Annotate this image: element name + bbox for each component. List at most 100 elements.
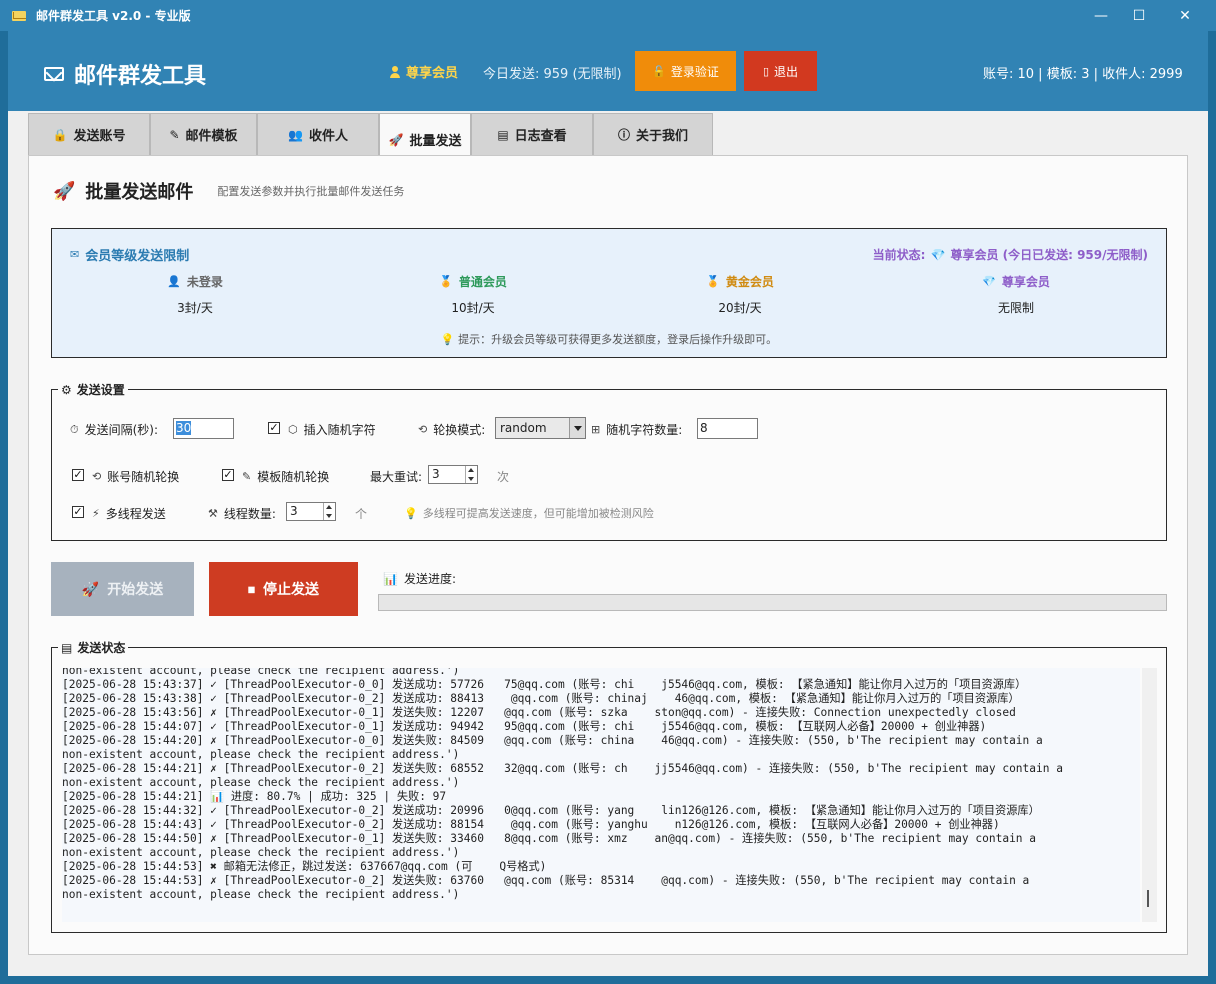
tier-gold: 🏅 黄金会员 20封/天 [660, 273, 820, 316]
spin-arrows-icon[interactable] [465, 466, 477, 483]
users-icon: 👥 [288, 127, 303, 142]
tab-label: 批量发送 [409, 134, 462, 149]
random-char-count-label: ⊞ 随机字符数量: [591, 423, 683, 437]
log-line: [2025-06-28 15:44:53] ✗ [ThreadPoolExecu… [62, 874, 1030, 887]
template-rotation-checkbox[interactable]: ✓ [222, 469, 234, 481]
thread-count-label: ⚒ 线程数量: [208, 507, 276, 521]
brand: 邮件群发工具 [44, 58, 206, 90]
medal-icon: 🏅 [706, 275, 720, 288]
log-line: [2025-06-28 15:44:21] 📊 进度: 80.7% | 成功: … [62, 790, 447, 803]
close-button[interactable]: ✕ [1162, 0, 1208, 31]
interval-input[interactable]: 30 [173, 418, 234, 439]
rocket-icon: 🚀 [81, 580, 100, 597]
spin-arrows-icon[interactable] [323, 503, 335, 520]
bar-chart-icon: 📊 [383, 571, 398, 586]
max-retry-spinbox[interactable]: 3 [428, 465, 478, 484]
logout-label: 退出 [774, 64, 799, 79]
tier-quota: 10封/天 [451, 301, 495, 315]
account-rotation-checkbox[interactable]: ✓ [72, 469, 84, 481]
close-icon: ✕ [1179, 7, 1191, 24]
tab-recipients[interactable]: 👥 收件人 [257, 113, 379, 155]
membership-title: ✉ 会员等级发送限制 [70, 248, 190, 264]
random-chars-label: ⬡ 插入随机字符 [288, 423, 376, 437]
tier-quota: 20封/天 [718, 301, 762, 315]
chevron-down-icon[interactable] [569, 418, 585, 438]
user-icon: 👤 [167, 275, 181, 288]
membership-tip: 💡 提示：升级会员等级可获得更多发送额度，登录后操作升级即可。 [440, 333, 778, 346]
envelope-icon: ✉ [70, 248, 80, 261]
log-line: [2025-06-28 15:44:50] ✗ [ThreadPoolExecu… [62, 832, 1037, 845]
rotation-mode-label: ⟲ 轮换模式: [418, 423, 486, 437]
random-char-count-input[interactable]: 8 [697, 418, 758, 439]
max-retry-label: 最大重试: [370, 470, 423, 484]
tier-quota: 无限制 [997, 301, 1034, 315]
log-scrollbar[interactable] [1142, 668, 1157, 922]
vip-label: 尊享会员 [406, 66, 459, 81]
random-chars-checkbox[interactable]: ✓ [268, 422, 280, 434]
log-line: [2025-06-28 15:43:38] ✓ [ThreadPoolExecu… [62, 692, 1020, 705]
log-line: non-existent account, please check the r… [62, 846, 460, 859]
start-send-button[interactable]: 🚀 开始发送 [51, 562, 194, 616]
log-icon: ▤ [61, 640, 73, 655]
lightbulb-icon: 💡 [404, 506, 418, 520]
tab-log-view[interactable]: ▤ 日志查看 [471, 113, 593, 155]
login-verify-button[interactable]: 🔓 登录验证 [635, 51, 736, 91]
status-legend: ▤ 发送状态 [58, 639, 129, 656]
log-line: [2025-06-28 15:44:21] ✗ [ThreadPoolExecu… [62, 762, 1063, 775]
diamond-icon: 💎 [982, 275, 996, 288]
info-icon: ⓘ [617, 128, 630, 142]
window-titlebar: 邮件群发工具 v2.0 - 专业版 [0, 0, 1216, 31]
template-rotation-label: ✎ 模板随机轮换 [242, 470, 330, 484]
current-status: 当前状态: 💎 尊享会员 (今日已发送: 959/无限制) [872, 247, 1148, 263]
phone-icon: ▯ [762, 65, 770, 78]
app-header: 邮件群发工具 尊享会员 今日发送: 959 (无限制) 🔓 登录验证 ▯ 退出 … [8, 31, 1208, 111]
thread-count-unit: 个 [355, 507, 368, 521]
numbers-icon: ⊞ [591, 423, 601, 436]
log-line: [2025-06-28 15:43:37] ✓ [ThreadPoolExecu… [62, 678, 1027, 691]
tab-batch-send[interactable]: 🚀 批量发送 [379, 113, 471, 155]
settings-legend: ⚙ 发送设置 [58, 381, 128, 398]
tier-quota: 3封/天 [177, 301, 213, 315]
max-retry-unit: 次 [497, 470, 510, 484]
multithread-checkbox[interactable]: ✓ [72, 506, 84, 518]
tab-about[interactable]: ⓘ 关于我们 [593, 113, 713, 155]
multithread-label: ⚡ 多线程发送 [92, 507, 166, 521]
maximize-icon: ☐ [1132, 7, 1146, 24]
log-textarea[interactable]: non-existent account, please check the r… [62, 668, 1140, 922]
thread-count-spinbox[interactable]: 3 [286, 502, 336, 521]
account-rotation-label: ⟲ 账号随机轮换 [92, 470, 180, 484]
tab-label: 发送账号 [73, 129, 126, 144]
rocket-icon: 🚀 [53, 180, 76, 202]
edit-icon: ✎ [169, 127, 180, 142]
log-line: [2025-06-28 15:44:07] ✓ [ThreadPoolExecu… [62, 720, 987, 733]
window-title: 邮件群发工具 v2.0 - 专业版 [36, 9, 191, 23]
today-sent: 今日发送: 959 (无限制) [483, 67, 622, 82]
lock-icon: 🔓 [652, 65, 666, 78]
tab-mail-templates[interactable]: ✎ 邮件模板 [150, 113, 257, 155]
stop-send-button[interactable]: ⏹ 停止发送 [209, 562, 358, 616]
send-settings: ⚙ 发送设置 ⏱ 发送间隔(秒): 30 ✓ ⬡ 插入随机字符 ⟲ 轮换模式: … [51, 381, 1167, 541]
brand-title: 邮件群发工具 [74, 64, 207, 89]
scrollbar-thumb[interactable] [1147, 890, 1149, 907]
log-line: non-existent account, please check the r… [62, 888, 460, 901]
logout-button[interactable]: ▯ 退出 [744, 51, 817, 91]
log-line: [2025-06-28 15:44:32] ✓ [ThreadPoolExecu… [62, 804, 1040, 817]
rocket-icon: 🚀 [388, 132, 404, 147]
tab-send-accounts[interactable]: 🔒 发送账号 [28, 113, 150, 155]
tab-label: 邮件模板 [185, 129, 238, 144]
multithread-hint: 💡 多线程可提高发送速度，但可能增加被检测风险 [404, 506, 654, 521]
log-line: [2025-06-28 15:44:20] ✗ [ThreadPoolExecu… [62, 734, 1043, 747]
header-stats: 账号: 10 | 模板: 3 | 收件人: 2999 [983, 67, 1183, 82]
diamond-icon: 💎 [930, 247, 946, 262]
content-area: 🔒 发送账号 ✎ 邮件模板 👥 收件人 🚀 批量发送 ▤ 日志查看 ⓘ 关于我们… [8, 111, 1208, 976]
log-line: non-existent account, please check the r… [62, 776, 460, 789]
user-icon [390, 65, 400, 78]
interval-label: ⏱ 发送间隔(秒): [70, 422, 159, 438]
maximize-button[interactable]: ☐ [1116, 0, 1162, 31]
tab-label: 关于我们 [636, 129, 689, 144]
tab-bar: 🔒 发送账号 ✎ 邮件模板 👥 收件人 🚀 批量发送 ▤ 日志查看 ⓘ 关于我们 [28, 113, 713, 155]
tab-label: 收件人 [308, 129, 348, 144]
rotation-mode-select[interactable]: random [495, 417, 586, 439]
page-title: 批量发送邮件 [85, 182, 194, 203]
tab-label: 日志查看 [514, 129, 567, 144]
